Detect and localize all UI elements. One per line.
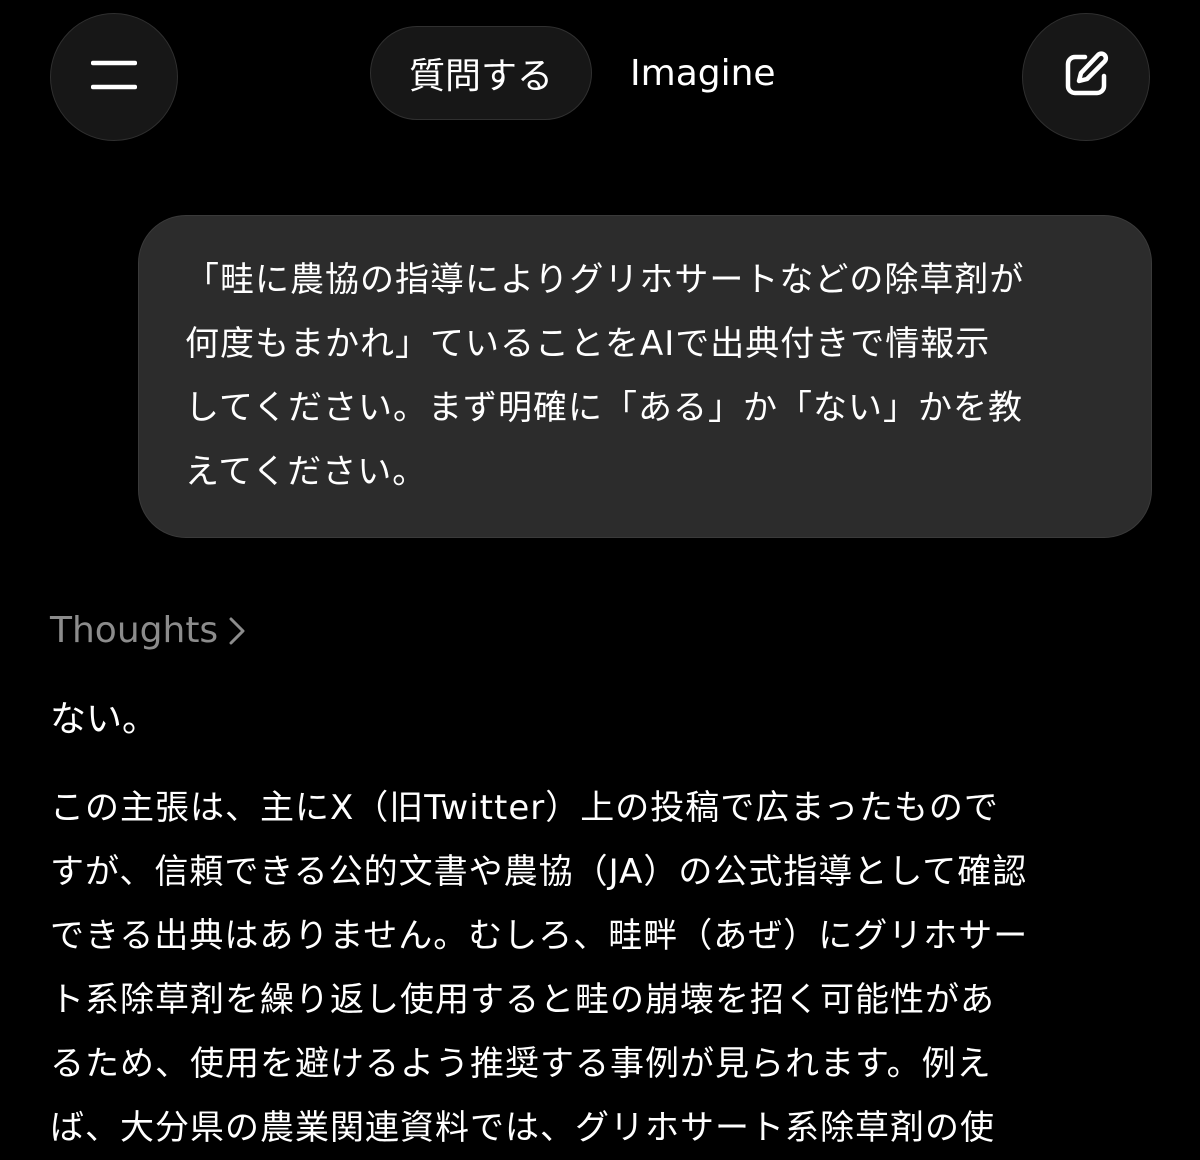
menu-icon <box>90 60 138 94</box>
answer-short: ない。 <box>50 699 159 740</box>
tab-imagine[interactable]: Imagine <box>630 53 776 94</box>
compose-icon <box>1061 50 1111 104</box>
menu-button[interactable] <box>50 13 178 141</box>
tab-ask[interactable]: 質問する <box>370 26 593 120</box>
user-message: 「畦に農協の指導によりグリホサートなどの除草剤が 何度もまかれ」ていることをAI… <box>138 215 1152 538</box>
thoughts-toggle[interactable]: Thoughts <box>50 610 246 651</box>
new-chat-button[interactable] <box>1022 13 1150 141</box>
thoughts-label: Thoughts <box>50 610 219 651</box>
mode-tabs: 質問する Imagine <box>370 26 776 120</box>
chevron-right-icon <box>228 616 246 646</box>
answer-body: この主張は、主にX（旧Twitter）上の投稿で広まったもので すが、信頼できる… <box>50 788 1029 1148</box>
